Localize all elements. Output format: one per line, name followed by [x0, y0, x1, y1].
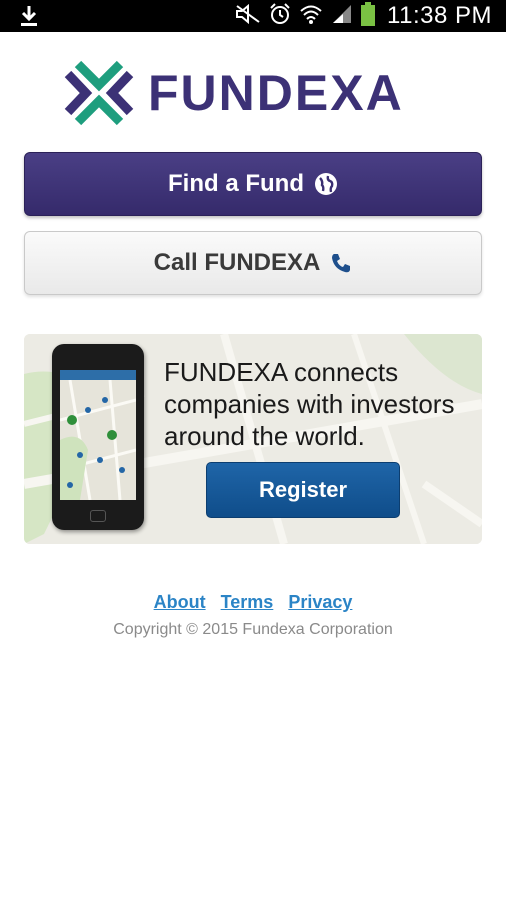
fundexa-logo-mark: [64, 60, 134, 126]
mute-icon: [235, 3, 261, 29]
fundexa-logo: FUNDEXA: [64, 58, 444, 128]
battery-icon: [361, 1, 376, 31]
privacy-link[interactable]: Privacy: [288, 592, 352, 612]
footer-links: About Terms Privacy: [0, 592, 506, 613]
phone-icon: [330, 252, 352, 274]
alarm-icon: [269, 2, 291, 30]
clock: 11:38 PM: [387, 2, 492, 29]
status-bar: 11:38 PM: [0, 0, 506, 32]
find-a-fund-label: Find a Fund: [168, 170, 304, 197]
terms-link[interactable]: Terms: [221, 592, 274, 612]
call-fundexa-button[interactable]: Call FUNDEXA: [24, 231, 482, 295]
wifi-icon: [299, 3, 323, 30]
globe-icon: [314, 172, 338, 196]
find-a-fund-button[interactable]: Find a Fund: [24, 152, 482, 216]
phone-screen: [60, 370, 136, 500]
download-icon: [20, 5, 38, 32]
promo-banner: FUNDEXA connects companies with investor…: [24, 334, 482, 544]
phone-mockup: [52, 344, 144, 530]
promo-text: FUNDEXA connects companies with investor…: [164, 357, 455, 451]
brand-name: FUNDEXA: [148, 65, 404, 121]
call-fundexa-label: Call FUNDEXA: [153, 249, 321, 276]
copyright-text: Copyright © 2015 Fundexa Corporation: [113, 621, 393, 638]
signal-icon: [331, 3, 353, 30]
register-button[interactable]: Register: [206, 462, 400, 518]
about-link[interactable]: About: [154, 592, 206, 612]
